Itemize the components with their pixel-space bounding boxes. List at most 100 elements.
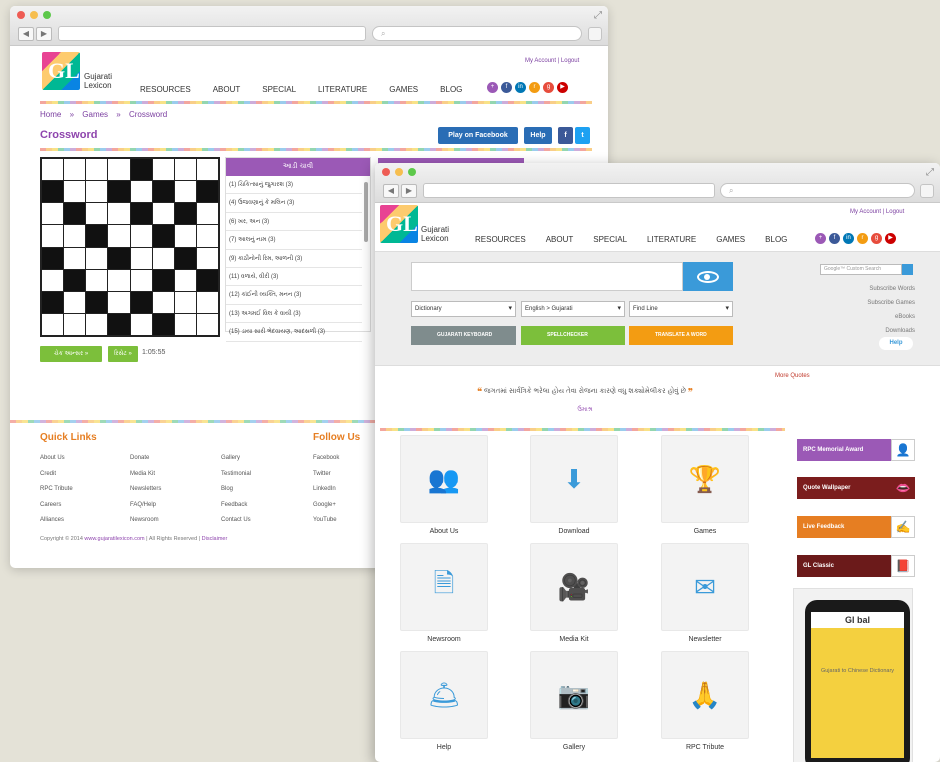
crossword-cell[interactable] [64, 291, 86, 313]
facebook-icon[interactable]: f [501, 82, 512, 93]
games-tile[interactable]: 🏆 [661, 435, 749, 523]
crossword-cell[interactable] [174, 159, 196, 181]
subscribe-games-link[interactable]: Subscribe Games [815, 296, 915, 310]
crossword-cell[interactable] [108, 203, 130, 225]
dictionary-type-select[interactable]: Dictionary [411, 301, 516, 317]
menu-games[interactable]: GAMES [716, 235, 745, 244]
footer-link[interactable]: Twitter [313, 467, 339, 483]
menu-literature[interactable]: LITERATURE [318, 85, 367, 94]
facebook-share-icon[interactable]: f [558, 127, 573, 144]
crossword-cell[interactable] [42, 313, 64, 335]
crossword-cell[interactable] [108, 225, 130, 247]
clue-item[interactable]: (15) ડાયા સારી ભેદવાયણ, આદસળી (3) [226, 323, 362, 342]
crossword-cell[interactable] [196, 247, 218, 269]
gujarati-lexicon-logo[interactable]: GL [42, 52, 80, 90]
crossword-cell[interactable] [86, 269, 108, 291]
minimize-window-button[interactable] [30, 11, 38, 19]
back-button[interactable]: ◀ [18, 27, 34, 41]
crossword-cell[interactable] [108, 291, 130, 313]
crossword-cell[interactable] [196, 291, 218, 313]
quote-wallpaper-button[interactable]: Quote Wallpaper 👄 [797, 477, 915, 499]
crossword-cell[interactable] [108, 269, 130, 291]
googleplus-icon[interactable]: g [543, 82, 554, 93]
clues-scrollbar[interactable] [364, 182, 368, 242]
search-button[interactable] [683, 262, 733, 291]
crossword-cell[interactable] [86, 247, 108, 269]
gujarati-lexicon-logo[interactable]: GL [380, 205, 418, 243]
breadcrumb-home[interactable]: Home [40, 110, 61, 119]
crossword-cell[interactable] [86, 159, 108, 181]
subscribe-words-link[interactable]: Subscribe Words [815, 282, 915, 296]
custom-search-input[interactable]: Google™ Custom Search [820, 264, 902, 275]
crossword-cell[interactable] [196, 225, 218, 247]
crossword-cell[interactable] [152, 291, 174, 313]
clue-item[interactable]: (1) ચિકિત્સાનું જુગારશ (3) [226, 176, 362, 195]
spellchecker-button[interactable]: SPELLCHECKER [521, 326, 625, 345]
footer-link[interactable]: Credit [40, 467, 73, 483]
rpc-tribute-tile[interactable]: 🙏 [661, 651, 749, 739]
clue-item[interactable]: (6) ખર, અન (3) [226, 213, 362, 232]
clue-item[interactable]: (12) કાંઈની વ્યક્તિ, મનન (3) [226, 286, 362, 305]
facebook-icon[interactable]: f [829, 233, 840, 244]
crossword-cell[interactable] [174, 225, 196, 247]
fullscreen-icon[interactable]: ⤢ [594, 10, 602, 21]
crossword-cell[interactable] [42, 269, 64, 291]
crossword-cell[interactable] [130, 225, 152, 247]
crossword-cell[interactable] [64, 225, 86, 247]
footer-link[interactable]: Contact Us [221, 513, 251, 529]
googleplus-icon[interactable]: g [871, 233, 882, 244]
forward-button[interactable]: ▶ [401, 184, 417, 198]
more-quotes-link[interactable]: More Quotes [775, 373, 810, 379]
menu-blog[interactable]: BLOG [440, 85, 462, 94]
crossword-cell[interactable] [174, 313, 196, 335]
footer-link[interactable]: Gallery [221, 451, 251, 467]
dictionary-search-input[interactable] [411, 262, 683, 291]
check-answer-button[interactable]: ચેક આન્સર » [40, 346, 102, 362]
live-feedback-button[interactable]: Live Feedback ✍ [797, 516, 915, 538]
play-on-facebook-button[interactable]: Play on Facebook [438, 127, 518, 144]
crossword-cell[interactable] [130, 313, 152, 335]
reset-button[interactable]: રિસેટ » [108, 346, 138, 362]
toolbar-menu-icon[interactable] [920, 184, 934, 198]
rpc-memorial-award-button[interactable]: RPC Memorial Award 👤 [797, 439, 915, 461]
footer-link[interactable]: Blog [221, 482, 251, 498]
gl-classic-button[interactable]: GL Classic 📕 [797, 555, 915, 577]
custom-search-button[interactable] [902, 264, 913, 275]
footer-link[interactable]: FAQ/Help [130, 498, 161, 514]
crossword-cell[interactable] [86, 313, 108, 335]
footer-link[interactable]: Alliances [40, 513, 73, 529]
crossword-cell[interactable] [130, 269, 152, 291]
crossword-cell[interactable] [64, 247, 86, 269]
forward-button[interactable]: ▶ [36, 27, 52, 41]
crossword-cell[interactable] [86, 181, 108, 203]
footer-link[interactable]: Testimonial [221, 467, 251, 483]
linkedin-icon[interactable]: in [515, 82, 526, 93]
ebooks-link[interactable]: eBooks [815, 310, 915, 324]
clue-item[interactable]: (4) ઉજવણાનું કે મલિન (3) [226, 194, 362, 213]
menu-blog[interactable]: BLOG [765, 235, 787, 244]
disclaimer-link[interactable]: Disclaimer [202, 536, 228, 542]
crossword-cell[interactable] [174, 291, 196, 313]
share-icon[interactable]: + [487, 82, 498, 93]
clue-item[interactable]: (9) કાઠીનોની રિમ, આળની (3) [226, 250, 362, 268]
crossword-cell[interactable] [152, 159, 174, 181]
crossword-cell[interactable] [86, 203, 108, 225]
crossword-cell[interactable] [42, 159, 64, 181]
crossword-cell[interactable] [64, 181, 86, 203]
gallery-tile[interactable]: 📷 [530, 651, 618, 739]
help-tile[interactable]: 🛎 [400, 651, 488, 739]
about-us-tile[interactable]: 👥 [400, 435, 488, 523]
toolbar-menu-icon[interactable] [588, 27, 602, 41]
footer-link[interactable]: Facebook [313, 451, 339, 467]
share-icon[interactable]: + [815, 233, 826, 244]
rss-icon[interactable]: r [529, 82, 540, 93]
gujarati-keyboard-button[interactable]: GUJARATI KEYBOARD [411, 326, 516, 345]
menu-special[interactable]: SPECIAL [262, 85, 296, 94]
account-links[interactable]: My Account | Logout [850, 209, 904, 215]
find-mode-select[interactable]: Find Line [629, 301, 733, 317]
close-window-button[interactable] [17, 11, 25, 19]
crossword-cell[interactable] [152, 247, 174, 269]
crossword-cell[interactable] [196, 313, 218, 335]
crossword-cell[interactable] [108, 159, 130, 181]
crossword-grid[interactable] [40, 157, 220, 337]
